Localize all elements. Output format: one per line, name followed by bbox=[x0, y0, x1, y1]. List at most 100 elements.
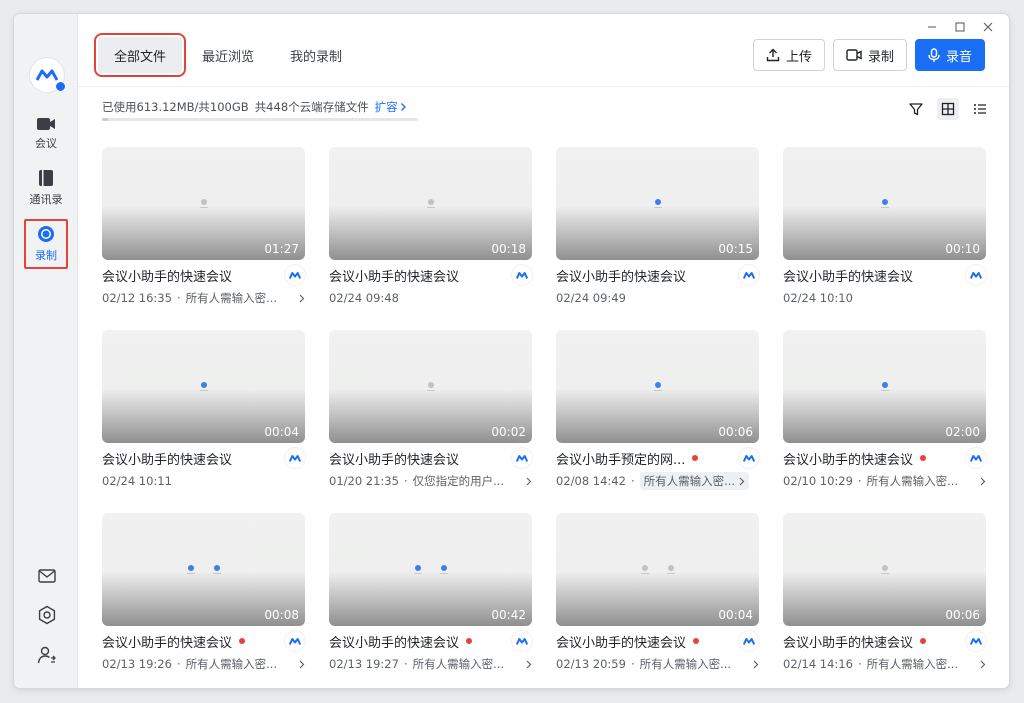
list-view-button[interactable] bbox=[969, 98, 991, 120]
list-view-icon bbox=[974, 104, 986, 114]
chevron-right-icon[interactable] bbox=[526, 477, 532, 486]
permission-tag[interactable]: 所有人需输入密... bbox=[413, 656, 504, 672]
upload-button[interactable]: 上传 bbox=[752, 39, 825, 71]
recording-thumbnail[interactable]: 00:04 bbox=[556, 513, 759, 626]
tencent-meeting-logo-icon bbox=[966, 448, 986, 468]
chevron-right-icon[interactable] bbox=[299, 660, 305, 669]
recording-card[interactable]: 00:02 会议小助手的快速会议 01/20 21:35 · 仅您指定的用户..… bbox=[329, 330, 532, 490]
recording-card[interactable]: 00:04 会议小助手的快速会议 02/13 20:59 · 所有人需输入密..… bbox=[556, 513, 759, 673]
recording-thumbnail[interactable]: 02:00 bbox=[783, 330, 986, 443]
tencent-meeting-logo-icon bbox=[285, 631, 305, 651]
separator-dot: · bbox=[403, 474, 408, 488]
tencent-meeting-logo-icon bbox=[285, 265, 305, 285]
permission-tag[interactable]: 仅您指定的用户... bbox=[413, 473, 504, 489]
grid-view-icon bbox=[941, 102, 955, 116]
thumbnail-participant-icon bbox=[666, 565, 675, 575]
recording-thumbnail[interactable]: 00:15 bbox=[556, 147, 759, 260]
recording-card[interactable]: 00:04 会议小助手的快速会议 02/24 10:11 bbox=[102, 330, 305, 490]
record-button[interactable]: 录制 bbox=[832, 39, 907, 71]
recording-thumbnail[interactable]: 00:02 bbox=[329, 330, 532, 443]
tencent-meeting-logo-icon bbox=[966, 631, 986, 651]
recording-card[interactable]: 00:15 会议小助手的快速会议 02/24 09:49 bbox=[556, 147, 759, 307]
recording-card[interactable]: 00:10 会议小助手的快速会议 02/24 10:10 bbox=[783, 147, 986, 307]
card-title-row: 会议小助手的快速会议 bbox=[102, 448, 305, 468]
user-switch-button[interactable] bbox=[36, 644, 58, 666]
sidebar-item-label: 录制 bbox=[35, 249, 57, 262]
separator-dot: · bbox=[630, 474, 635, 488]
permission-tag[interactable]: 所有人需输入密... bbox=[186, 656, 277, 672]
chevron-right-icon[interactable] bbox=[753, 660, 759, 669]
permission-tag[interactable]: 所有人需输入密... bbox=[867, 656, 958, 672]
chevron-right-icon[interactable] bbox=[980, 660, 986, 669]
storage-progress-fill bbox=[102, 118, 109, 121]
card-meta-row: 02/24 10:11 bbox=[102, 472, 305, 490]
permission-tag[interactable]: 所有人需输入密... bbox=[867, 473, 958, 489]
recording-thumbnail[interactable]: 01:27 bbox=[102, 147, 305, 260]
tab-all-files[interactable]: 全部文件 bbox=[93, 33, 187, 77]
permission-text: 所有人需输入密... bbox=[185, 291, 278, 305]
permission-text: 仅您指定的用户... bbox=[412, 474, 505, 488]
recording-card[interactable]: 02:00 会议小助手的快速会议 02/10 10:29 · 所有人需输入密..… bbox=[783, 330, 986, 490]
audio-record-button[interactable]: 录音 bbox=[914, 39, 985, 71]
separator-dot: · bbox=[176, 657, 181, 671]
thumbnail-participant-icon bbox=[426, 199, 435, 209]
tab-recent[interactable]: 最近浏览 bbox=[186, 37, 270, 73]
maximize-button[interactable] bbox=[949, 20, 971, 34]
recording-thumbnail[interactable]: 00:06 bbox=[556, 330, 759, 443]
thumbnail-content bbox=[880, 199, 889, 209]
grid-view-button[interactable] bbox=[937, 98, 959, 120]
recording-card[interactable]: 00:06 会议小助手的快速会议 02/14 14:16 · 所有人需输入密..… bbox=[783, 513, 986, 673]
recording-card[interactable]: 00:06 会议小助手预定的网... 02/08 14:42 · 所有人需输入密… bbox=[556, 330, 759, 490]
recording-thumbnail[interactable]: 00:06 bbox=[783, 513, 986, 626]
recording-thumbnail[interactable]: 00:04 bbox=[102, 330, 305, 443]
tencent-meeting-logo-icon bbox=[739, 631, 759, 651]
permission-tag[interactable]: 所有人需输入密... bbox=[640, 656, 731, 672]
permission-tag[interactable]: 所有人需输入密... bbox=[639, 472, 750, 490]
recording-thumbnail[interactable]: 00:42 bbox=[329, 513, 532, 626]
mail-button[interactable] bbox=[36, 565, 58, 587]
card-title-row: 会议小助手的快速会议 bbox=[783, 631, 986, 651]
thumbnail-content bbox=[199, 199, 208, 209]
recording-title: 会议小助手的快速会议 bbox=[329, 269, 460, 285]
chevron-right-icon[interactable] bbox=[299, 294, 305, 303]
card-title-row: 会议小助手的快速会议 bbox=[783, 265, 986, 285]
permission-text: 所有人需输入密... bbox=[639, 657, 732, 671]
sidebar-item-contacts[interactable]: 通讯录 bbox=[24, 164, 68, 212]
thumbnail-participant-icon bbox=[413, 565, 422, 575]
duration-label: 00:10 bbox=[945, 242, 980, 256]
recording-date: 02/24 09:49 bbox=[556, 291, 626, 305]
expand-storage-link[interactable]: 扩容 bbox=[375, 99, 407, 115]
app-logo[interactable] bbox=[30, 58, 66, 92]
sidebar-item-recording[interactable]: 录制 bbox=[24, 219, 68, 269]
tab-my-recordings[interactable]: 我的录制 bbox=[274, 37, 358, 73]
chevron-right-icon[interactable] bbox=[980, 477, 986, 486]
record-label: 录制 bbox=[867, 49, 894, 65]
thumbnail-content bbox=[640, 565, 675, 575]
recording-thumbnail[interactable]: 00:10 bbox=[783, 147, 986, 260]
recordings-grid: 01:27 会议小助手的快速会议 02/12 16:35 · 所有人需输入密..… bbox=[102, 147, 986, 673]
filter-button[interactable] bbox=[905, 98, 927, 120]
thumbnail-content bbox=[199, 382, 208, 392]
chevron-right-icon[interactable] bbox=[526, 660, 532, 669]
microphone-icon bbox=[928, 47, 940, 62]
settings-button[interactable] bbox=[36, 604, 58, 626]
recording-date: 01/20 21:35 bbox=[329, 474, 399, 488]
sidebar-item-meeting[interactable]: 会议 bbox=[24, 110, 68, 158]
card-title-row: 会议小助手的快速会议 bbox=[329, 448, 532, 468]
recording-title: 会议小助手的快速会议 bbox=[783, 452, 914, 468]
recording-title: 会议小助手的快速会议 bbox=[102, 635, 233, 651]
recording-thumbnail[interactable]: 00:18 bbox=[329, 147, 532, 260]
recording-card[interactable]: 01:27 会议小助手的快速会议 02/12 16:35 · 所有人需输入密..… bbox=[102, 147, 305, 307]
minimize-button[interactable] bbox=[921, 20, 943, 34]
recording-card[interactable]: 00:42 会议小助手的快速会议 02/13 19:27 · 所有人需输入密..… bbox=[329, 513, 532, 673]
thumbnail-participant-icon bbox=[426, 382, 435, 392]
unread-dot bbox=[466, 638, 473, 644]
duration-label: 00:04 bbox=[264, 425, 299, 439]
close-button[interactable] bbox=[977, 20, 999, 34]
recording-title: 会议小助手的快速会议 bbox=[556, 269, 687, 285]
recording-thumbnail[interactable]: 00:08 bbox=[102, 513, 305, 626]
recording-card[interactable]: 00:08 会议小助手的快速会议 02/13 19:26 · 所有人需输入密..… bbox=[102, 513, 305, 673]
permission-tag[interactable]: 所有人需输入密... bbox=[186, 290, 277, 306]
recording-card[interactable]: 00:18 会议小助手的快速会议 02/24 09:48 bbox=[329, 147, 532, 307]
card-title-row: 会议小助手的快速会议 bbox=[783, 448, 986, 468]
